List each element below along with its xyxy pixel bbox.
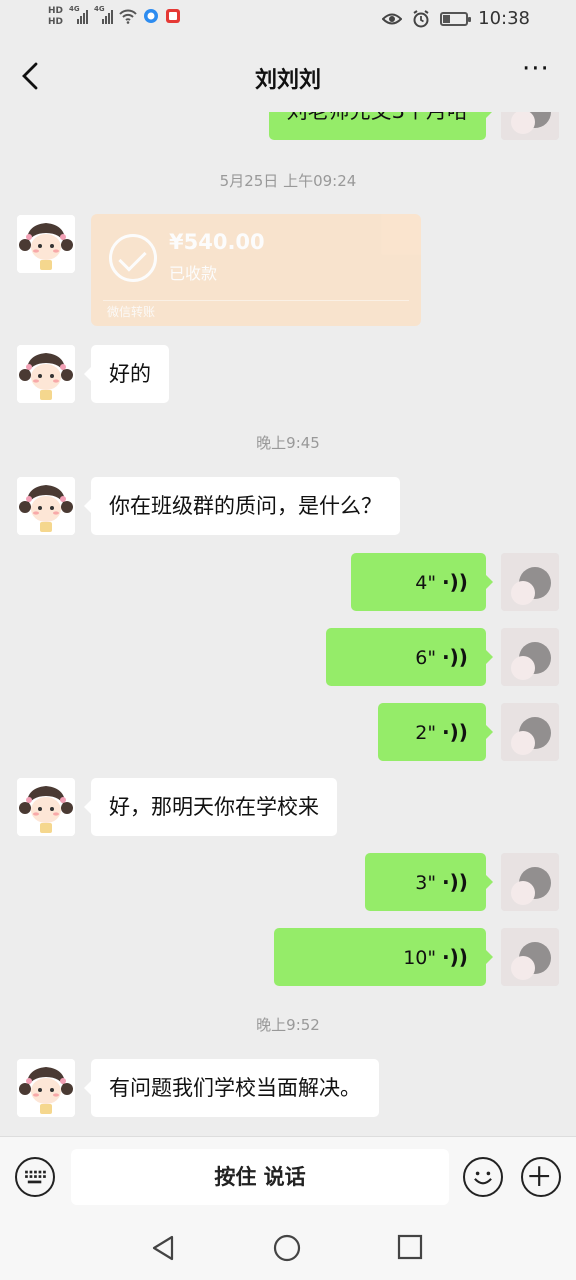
transfer-source: 微信转账 — [107, 305, 156, 319]
message-text: 好的 — [109, 362, 151, 386]
voice-wave-icon: ((· — [442, 645, 468, 669]
cartoon-girl-avatar-icon — [17, 1059, 75, 1117]
more-options-icon[interactable]: ··· — [522, 56, 554, 84]
voice-message[interactable]: 4" ((· — [351, 553, 493, 611]
wifi-icon — [119, 9, 137, 24]
my-avatar[interactable] — [501, 553, 559, 611]
contact-avatar[interactable] — [17, 215, 75, 273]
contact-avatar[interactable] — [17, 477, 75, 535]
avatar-image — [501, 853, 559, 911]
chat-title: 刘刘刘 — [254, 68, 321, 93]
cartoon-girl-avatar-icon — [17, 345, 75, 403]
emoji-icon[interactable] — [463, 1157, 503, 1197]
contact-avatar[interactable] — [17, 778, 75, 836]
contact-avatar[interactable] — [17, 1059, 75, 1117]
my-avatar[interactable] — [501, 112, 559, 140]
transfer-amount: ¥540.00 — [169, 230, 265, 254]
cartoon-girl-avatar-icon — [17, 215, 75, 273]
voice-duration: 4" — [415, 572, 437, 594]
voice-wave-icon: ((· — [442, 720, 468, 744]
avatar-image — [501, 628, 559, 686]
plus-icon[interactable] — [521, 1157, 561, 1197]
hd-label-2: HD — [48, 17, 64, 27]
voice-message[interactable]: 2" ((· — [378, 703, 493, 761]
notification-app-icon — [166, 9, 181, 23]
signal-2-icon: 4G — [94, 5, 114, 24]
system-nav-bar — [0, 1218, 576, 1280]
incoming-message[interactable]: 有问题我们学校当面解决。 — [84, 1059, 379, 1117]
voice-duration: 3" — [415, 872, 437, 894]
my-avatar[interactable] — [501, 628, 559, 686]
nav-recents-icon[interactable] — [397, 1234, 423, 1260]
status-time: 10:38 — [478, 8, 530, 29]
hd-label-1: HD — [48, 6, 64, 16]
eye-icon — [382, 13, 403, 24]
incoming-message[interactable]: 好的 — [84, 345, 169, 403]
outgoing-message-partial[interactable]: 刘老师先交3个月哈 — [268, 112, 494, 140]
check-circle-icon — [109, 234, 157, 282]
transfer-status: 已收款 — [169, 264, 218, 283]
chat-header: 刘刘刘 ··· — [0, 42, 576, 112]
message-text: 刘老师先交3个月哈 — [287, 112, 468, 123]
input-bar: 按住 说话 — [0, 1136, 576, 1218]
alarm-icon — [413, 9, 429, 27]
voice-duration: 2" — [415, 722, 437, 744]
avatar-image — [501, 553, 559, 611]
message-text: 有问题我们学校当面解决。 — [109, 1076, 361, 1100]
battery-icon — [440, 11, 472, 26]
keyboard-icon[interactable] — [15, 1157, 55, 1197]
transfer-divider — [103, 300, 409, 301]
voice-wave-icon: ((· — [442, 870, 468, 894]
message-text: 你在班级群的质问，是什么？ — [109, 494, 382, 518]
voice-duration: 10" — [403, 947, 437, 969]
voice-message[interactable]: 6" ((· — [326, 628, 493, 686]
status-bar: HD HD 4G 4G 10:38 — [0, 0, 576, 42]
contact-avatar[interactable] — [17, 345, 75, 403]
hold-to-talk-button[interactable]: 按住 说话 — [71, 1149, 449, 1205]
nav-home-icon[interactable] — [273, 1234, 301, 1262]
timestamp: 晚上9:52 — [256, 1016, 320, 1034]
timestamp: 晚上9:45 — [256, 434, 320, 452]
avatar-image — [501, 703, 559, 761]
cartoon-girl-avatar-icon — [17, 778, 75, 836]
incoming-message[interactable]: 你在班级群的质问，是什么？ — [84, 477, 400, 535]
status-right: 10:38 — [382, 8, 530, 29]
message-list[interactable]: 刘老师先交3个月哈 5月25日 上午09:24 ¥540.00 已收款 微信转账 — [0, 112, 576, 1136]
cartoon-girl-avatar-icon — [17, 477, 75, 535]
voice-duration: 6" — [415, 647, 437, 669]
voice-message[interactable]: 3" ((· — [365, 853, 493, 911]
incoming-message[interactable]: 好，那明天你在学校来 — [84, 778, 337, 836]
timestamp: 5月25日 上午09:24 — [219, 172, 357, 190]
status-left: HD HD 4G 4G — [48, 5, 181, 28]
avatar-image — [501, 112, 559, 140]
my-avatar[interactable] — [501, 703, 559, 761]
hd-indicator: HD HD — [48, 6, 63, 28]
voice-message[interactable]: 10" ((· — [274, 928, 493, 986]
voice-wave-icon: ((· — [442, 570, 468, 594]
transfer-card[interactable]: ¥540.00 已收款 微信转账 — [91, 214, 421, 326]
avatar-image — [501, 928, 559, 986]
my-avatar[interactable] — [501, 928, 559, 986]
nav-back-icon[interactable] — [150, 1234, 178, 1262]
signal-2-tag: 4G — [94, 5, 105, 13]
message-text: 好，那明天你在学校来 — [109, 795, 319, 819]
signal-1-tag: 4G — [69, 5, 80, 13]
signal-1-icon: 4G — [69, 5, 89, 24]
browser-app-icon — [144, 9, 159, 23]
voice-wave-icon: ((· — [442, 945, 468, 969]
my-avatar[interactable] — [501, 853, 559, 911]
